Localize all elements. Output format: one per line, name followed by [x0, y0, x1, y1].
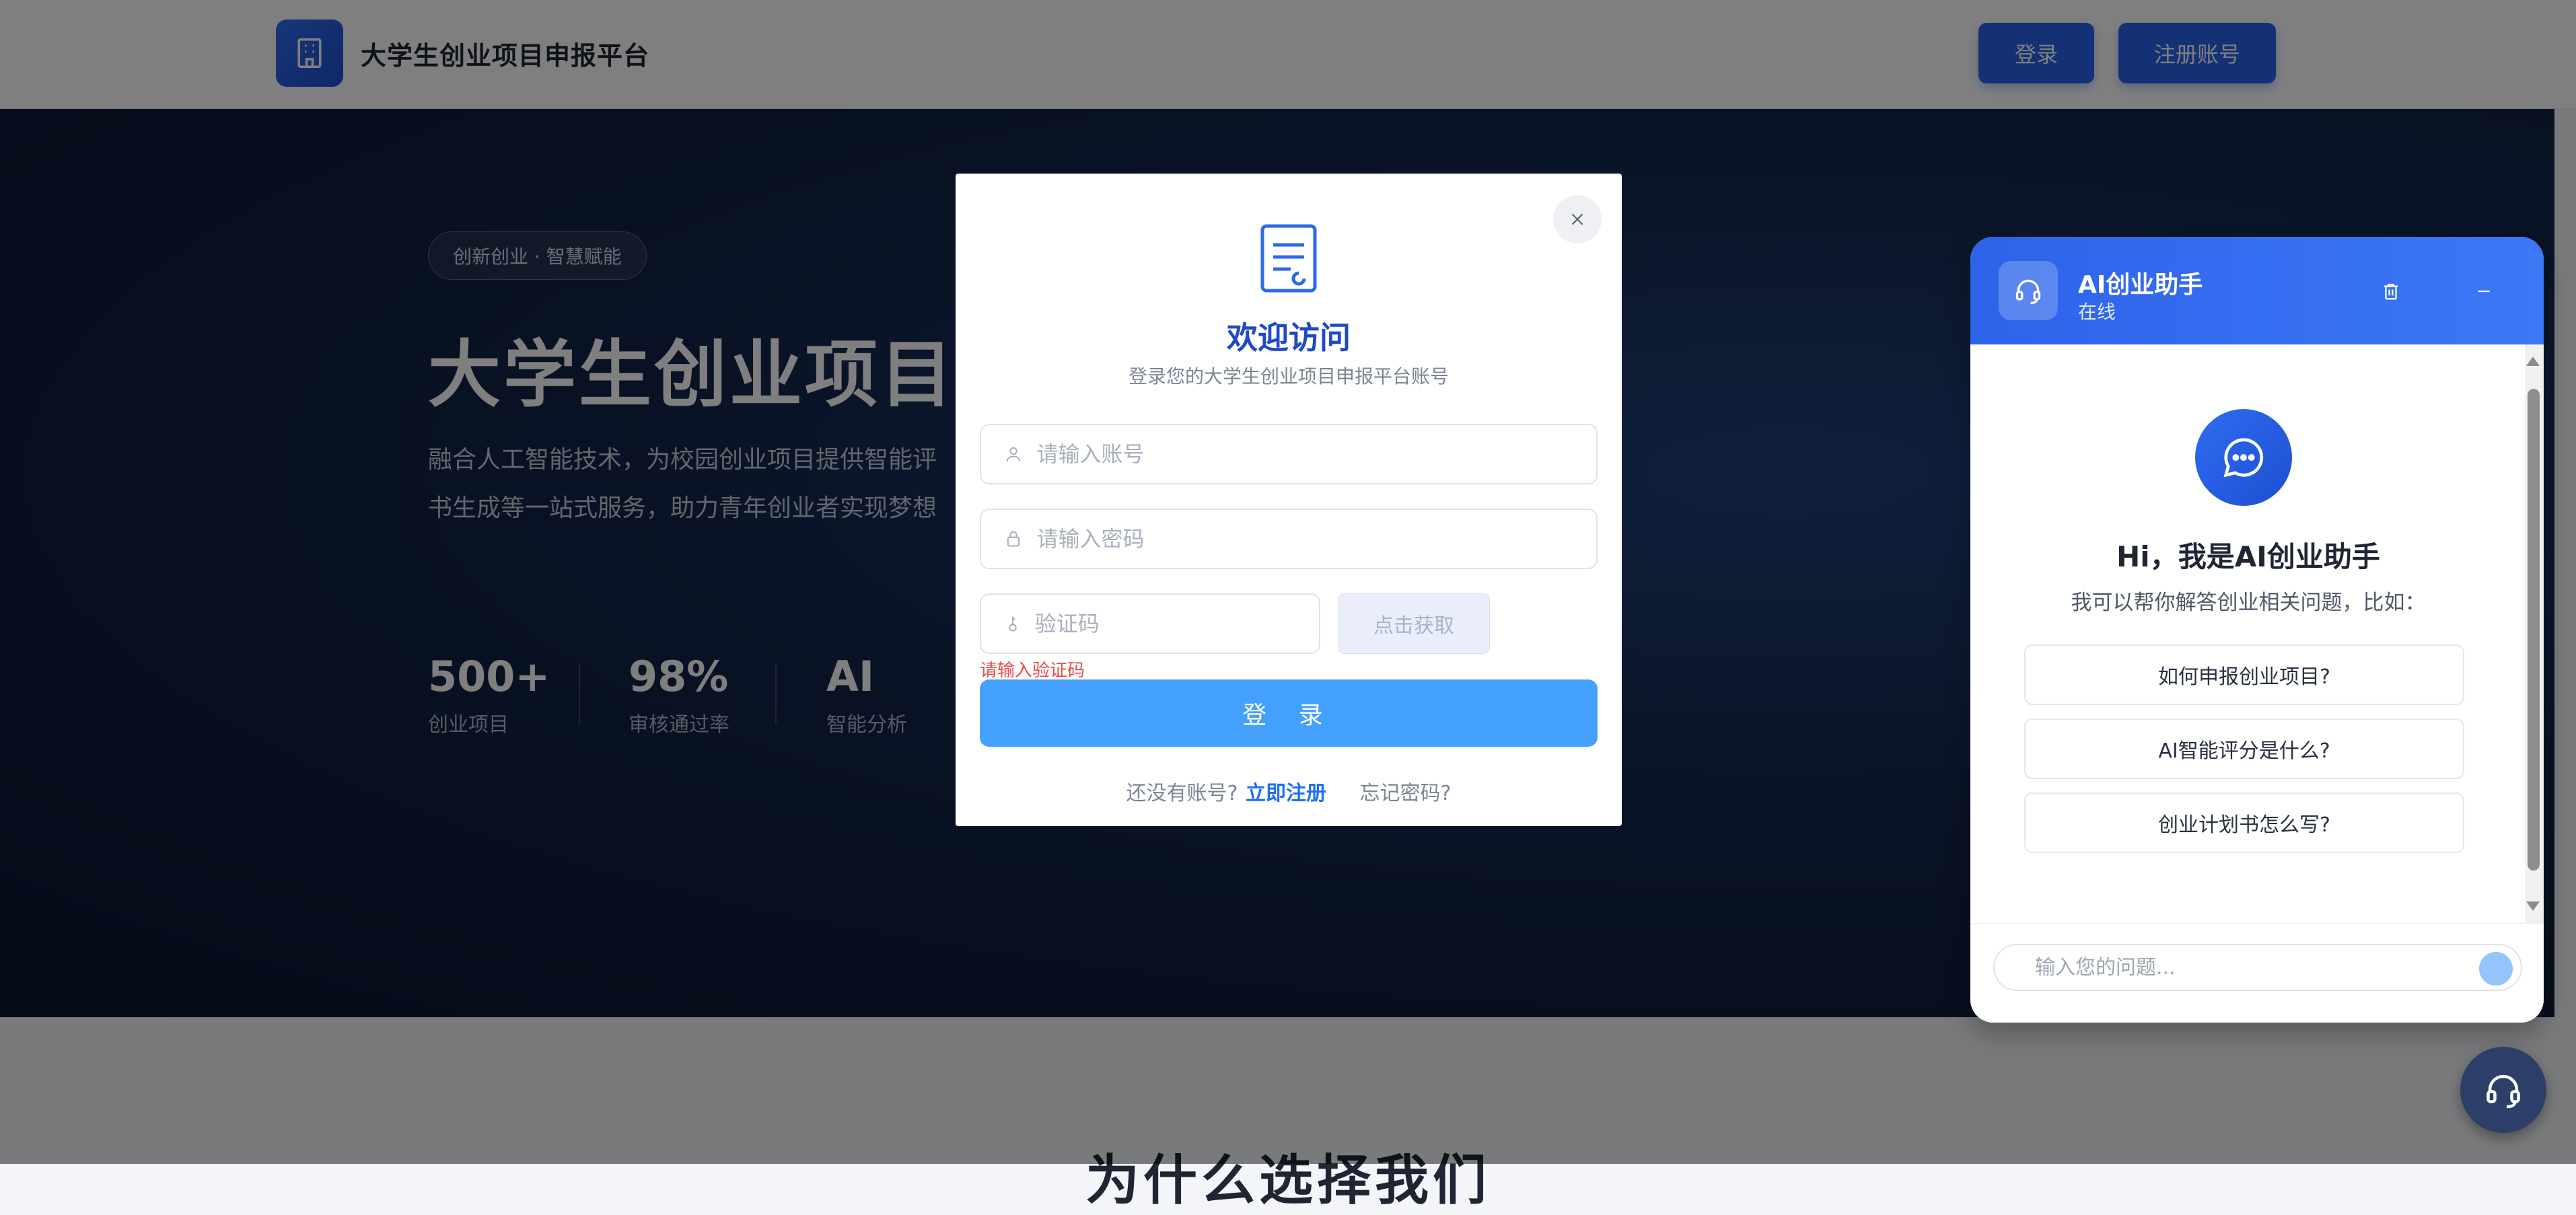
assistant-greeting: Hi，我是AI创业助手: [2116, 540, 2380, 573]
ai-assistant-panel: AI创业助手 在线: [1970, 237, 2544, 1023]
captcha-error-message: 请输入验证码: [980, 661, 1085, 681]
assistant-input-wrapper[interactable]: [1993, 944, 2522, 991]
modal-subtitle: 登录您的大学生创业项目申报平台账号: [1128, 365, 1449, 388]
modal-footer: 还没有账号? 立即注册 忘记密码?: [956, 776, 1622, 806]
account-input[interactable]: [1035, 441, 1596, 468]
key-icon: [1001, 610, 1024, 637]
scrollbar-thumb[interactable]: [2528, 389, 2540, 871]
close-icon: [1571, 213, 1583, 225]
headset-icon: [2486, 1074, 2520, 1109]
scroll-up-arrow-icon[interactable]: [2526, 357, 2540, 366]
forgot-password-link[interactable]: 忘记密码?: [1360, 782, 1452, 805]
chat-bubble-icon: [2195, 409, 2292, 506]
suggestion-button[interactable]: 如何申报创业项目?: [2024, 645, 2464, 705]
minimize-icon: [2478, 290, 2490, 293]
login-modal: 欢迎访问 登录您的大学生创业项目申报平台账号 点击获取 请输入验证码 登 录 还…: [956, 174, 1622, 826]
document-icon: [1260, 223, 1318, 293]
minimize-button[interactable]: [2467, 274, 2501, 308]
suggestion-button[interactable]: 创业计划书怎么写?: [2024, 793, 2464, 853]
assistant-toggle-button[interactable]: [2460, 1047, 2546, 1133]
assistant-header: AI创业助手 在线: [1970, 237, 2544, 344]
password-input[interactable]: [1035, 525, 1596, 552]
assistant-input-bar: [1970, 923, 2544, 1023]
assistant-title: AI创业助手: [2078, 271, 2203, 299]
lock-icon: [1001, 525, 1026, 552]
captcha-field[interactable]: [980, 593, 1320, 654]
clear-chat-button[interactable]: [2374, 274, 2408, 308]
password-field[interactable]: [980, 509, 1598, 569]
captcha-input[interactable]: [1033, 610, 1319, 637]
get-code-button[interactable]: 点击获取: [1338, 593, 1490, 654]
account-field[interactable]: [980, 424, 1598, 484]
assistant-status: 在线: [2078, 301, 2116, 323]
user-icon: [1001, 441, 1026, 468]
register-link[interactable]: 立即注册: [1246, 782, 1326, 805]
assistant-question-input[interactable]: [2034, 955, 2451, 980]
no-account-text: 还没有账号?: [1126, 782, 1238, 805]
assistant-hint: 我可以帮你解答创业相关问题，比如：: [2071, 591, 2426, 615]
login-submit-button[interactable]: 登 录: [980, 679, 1598, 747]
trash-icon: [2384, 283, 2398, 300]
scroll-down-arrow-icon[interactable]: [2526, 901, 2540, 911]
send-button[interactable]: [2479, 952, 2513, 986]
headset-icon: [1999, 261, 2058, 320]
scrollbar[interactable]: [2525, 344, 2544, 923]
suggestion-button[interactable]: AI智能评分是什么?: [2024, 719, 2464, 779]
close-button[interactable]: [1553, 195, 1602, 244]
modal-title: 欢迎访问: [1227, 320, 1351, 356]
